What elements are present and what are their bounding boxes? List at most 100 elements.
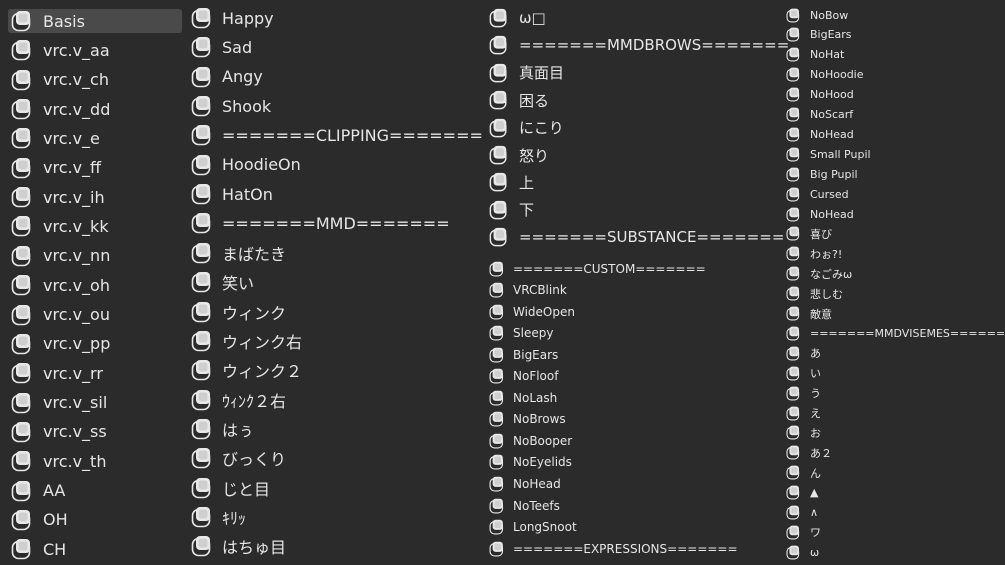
shape-key-item[interactable]: =======SUBSTANCE=======: [487, 226, 785, 248]
shape-key-item[interactable]: VRCBlink: [487, 281, 783, 300]
shape-key-item[interactable]: =======MMDBROWS=======: [487, 34, 789, 56]
shape-key-item[interactable]: vrc.v_sil: [8, 391, 182, 415]
shape-key-item[interactable]: vrc.v_ih: [8, 185, 182, 209]
shape-key-item[interactable]: NoScarf: [784, 106, 1005, 124]
shape-key-item[interactable]: Shook: [188, 94, 480, 118]
shape-key-label: 悲しむ: [810, 287, 843, 301]
shape-key-item[interactable]: vrc.v_ss: [8, 420, 182, 444]
shape-key-item[interactable]: NoHead: [784, 205, 1005, 223]
shape-key-item[interactable]: え: [784, 404, 1005, 422]
shape-key-item[interactable]: NoBow: [784, 6, 1005, 24]
shape-key-item[interactable]: まばたき: [188, 241, 480, 265]
shape-key-item[interactable]: HoodieOn: [188, 153, 480, 177]
shape-key-item[interactable]: 喜び: [784, 225, 1005, 243]
shape-key-item[interactable]: NoEyelids: [487, 453, 783, 472]
shape-key-item[interactable]: NoHoodie: [784, 66, 1005, 84]
shape-key-item[interactable]: い: [784, 364, 1005, 382]
shape-key-item[interactable]: BigEars: [784, 26, 1005, 44]
shape-key-item[interactable]: う: [784, 384, 1005, 402]
shape-key-item[interactable]: ｳｨﾝｸ２右: [188, 388, 480, 412]
shape-key-item[interactable]: びっくり: [188, 446, 480, 470]
shape-key-item[interactable]: =======CLIPPING=======: [188, 123, 483, 147]
shape-key-item[interactable]: NoHat: [784, 46, 1005, 64]
shape-key-item[interactable]: LongSnoot: [487, 518, 783, 537]
shape-key-icon: [489, 145, 509, 165]
shape-key-item[interactable]: =======MMDVISEMES=======: [784, 324, 1005, 342]
shape-key-item[interactable]: ｷﾘｯ: [188, 505, 480, 529]
shape-key-item[interactable]: NoTeefs: [487, 496, 783, 515]
shape-key-item[interactable]: あ: [784, 344, 1005, 362]
shape-key-item[interactable]: vrc.v_oh: [8, 273, 182, 297]
shape-key-item[interactable]: ω□: [487, 7, 783, 29]
shape-key-item[interactable]: =======MMD=======: [188, 211, 480, 235]
shape-key-item[interactable]: ワ: [784, 523, 1005, 541]
shape-key-item[interactable]: vrc.v_dd: [8, 97, 182, 121]
shape-key-item[interactable]: ∧: [784, 504, 1005, 522]
shape-key-item[interactable]: HatOn: [188, 182, 480, 206]
shape-key-item[interactable]: 真面目: [487, 62, 783, 84]
shape-key-item[interactable]: 悲しむ: [784, 285, 1005, 303]
shape-key-item[interactable]: NoLash: [487, 388, 783, 407]
shape-key-item[interactable]: vrc.v_kk: [8, 214, 182, 238]
shape-key-item[interactable]: 敵意: [784, 305, 1005, 323]
shape-key-item[interactable]: 怒り: [487, 144, 783, 166]
shape-key-item[interactable]: NoHead: [784, 125, 1005, 143]
shape-key-item[interactable]: =======CUSTOM=======: [487, 259, 783, 278]
shape-key-item[interactable]: はちゅ目: [188, 534, 480, 558]
shape-key-item[interactable]: ん: [784, 464, 1005, 482]
shape-key-icon: [11, 215, 33, 237]
shape-key-item[interactable]: 困る: [487, 89, 783, 111]
shape-key-item[interactable]: わぉ?!: [784, 245, 1005, 263]
shape-key-label: OH: [43, 510, 68, 530]
shape-key-item[interactable]: vrc.v_ff: [8, 156, 182, 180]
shape-key-item[interactable]: ウィンク: [188, 300, 480, 324]
shape-key-item[interactable]: あ２: [784, 444, 1005, 462]
shape-key-item[interactable]: vrc.v_th: [8, 449, 182, 473]
shape-key-label: vrc.v_th: [43, 451, 107, 471]
shape-key-item[interactable]: Sad: [188, 35, 480, 59]
shape-key-item[interactable]: 下: [487, 199, 783, 221]
shape-key-item[interactable]: NoHood: [784, 86, 1005, 104]
shape-key-item[interactable]: Big Pupil: [784, 165, 1005, 183]
shape-key-item[interactable]: vrc.v_ou: [8, 303, 182, 327]
shape-key-item[interactable]: NoBooper: [487, 431, 783, 450]
shape-key-item[interactable]: AA: [8, 479, 182, 503]
shape-key-item[interactable]: WideOpen: [487, 302, 783, 321]
shape-key-item[interactable]: にこり: [487, 117, 783, 139]
shape-key-item[interactable]: NoBrows: [487, 410, 783, 429]
shape-key-item[interactable]: vrc.v_rr: [8, 361, 182, 385]
shape-key-item[interactable]: vrc.v_ch: [8, 68, 182, 92]
shape-key-item[interactable]: ω: [784, 543, 1005, 561]
shape-key-item[interactable]: じと目: [188, 476, 480, 500]
shape-key-item[interactable]: vrc.v_pp: [8, 332, 182, 356]
shape-key-item[interactable]: 上: [487, 171, 783, 193]
shape-key-item[interactable]: CH: [8, 537, 182, 561]
shape-key-item[interactable]: お: [784, 424, 1005, 442]
shape-key-item[interactable]: なごみω: [784, 265, 1005, 283]
shape-key-item[interactable]: NoHead: [487, 475, 783, 494]
shape-key-icon: [489, 90, 509, 110]
shape-key-label: ウィンク: [222, 303, 287, 323]
shape-key-item[interactable]: 笑い: [188, 270, 480, 294]
shape-key-item[interactable]: OH: [8, 508, 182, 532]
shape-key-item[interactable]: vrc.v_nn: [8, 244, 182, 268]
shape-key-item[interactable]: ウィンク２: [188, 358, 480, 382]
shape-key-label: =======SUBSTANCE=======: [519, 228, 785, 247]
shape-key-item[interactable]: Cursed: [784, 185, 1005, 203]
shape-key-item[interactable]: Basis: [8, 9, 182, 33]
shape-key-icon: [489, 200, 509, 220]
shape-key-item[interactable]: ウィンク右: [188, 329, 480, 353]
shape-key-item[interactable]: Angy: [188, 65, 480, 89]
shape-key-item[interactable]: BigEars: [487, 345, 783, 364]
shape-key-item[interactable]: NoFloof: [487, 367, 783, 386]
shape-key-item[interactable]: はぅ: [188, 417, 480, 441]
shape-key-item[interactable]: Sleepy: [487, 324, 783, 343]
shape-key-label: 上: [519, 173, 535, 192]
shape-key-icon: [11, 245, 33, 267]
shape-key-item[interactable]: vrc.v_e: [8, 126, 182, 150]
shape-key-item[interactable]: vrc.v_aa: [8, 38, 182, 62]
shape-key-item[interactable]: =======EXPRESSIONS=======: [487, 539, 783, 558]
shape-key-item[interactable]: Small Pupil: [784, 145, 1005, 163]
shape-key-item[interactable]: ▲: [784, 484, 1005, 502]
shape-key-item[interactable]: Happy: [188, 6, 480, 30]
